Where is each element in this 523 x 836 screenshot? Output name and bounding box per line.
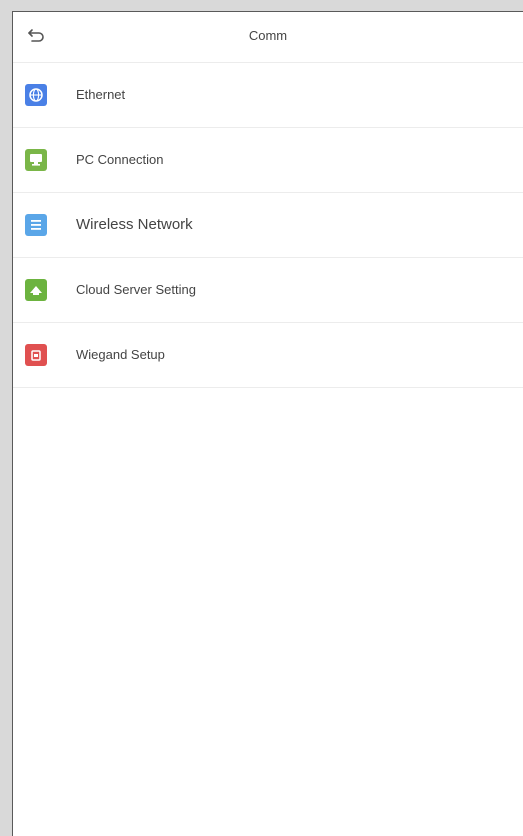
menu-item-wiegand-setup[interactable]: Wiegand Setup [13, 323, 523, 388]
menu-item-ethernet[interactable]: Ethernet [13, 63, 523, 128]
menu-item-pc-connection[interactable]: PC Connection [13, 128, 523, 193]
menu-item-label: Ethernet [76, 87, 126, 102]
menu-item-label: Cloud Server Setting [76, 282, 196, 297]
pc-connection-icon [25, 149, 47, 171]
menu-item-label: Wiegand Setup [76, 347, 165, 362]
menu-item-label: Wireless Network [76, 216, 193, 233]
comm-menu: Ethernet PC Connection Wireless Network … [13, 63, 523, 388]
header-bar: Comm [13, 12, 523, 63]
wireless-network-icon [25, 214, 47, 236]
comm-screen: Comm Ethernet PC Connection Wireless Net… [12, 11, 523, 836]
ethernet-icon [25, 84, 47, 106]
menu-item-wireless-network[interactable]: Wireless Network [13, 193, 523, 258]
cloud-server-icon [25, 279, 47, 301]
page-title: Comm [248, 28, 288, 43]
wiegand-icon [25, 344, 47, 366]
menu-item-cloud-server-setting[interactable]: Cloud Server Setting [13, 258, 523, 323]
menu-item-label: PC Connection [76, 152, 164, 167]
